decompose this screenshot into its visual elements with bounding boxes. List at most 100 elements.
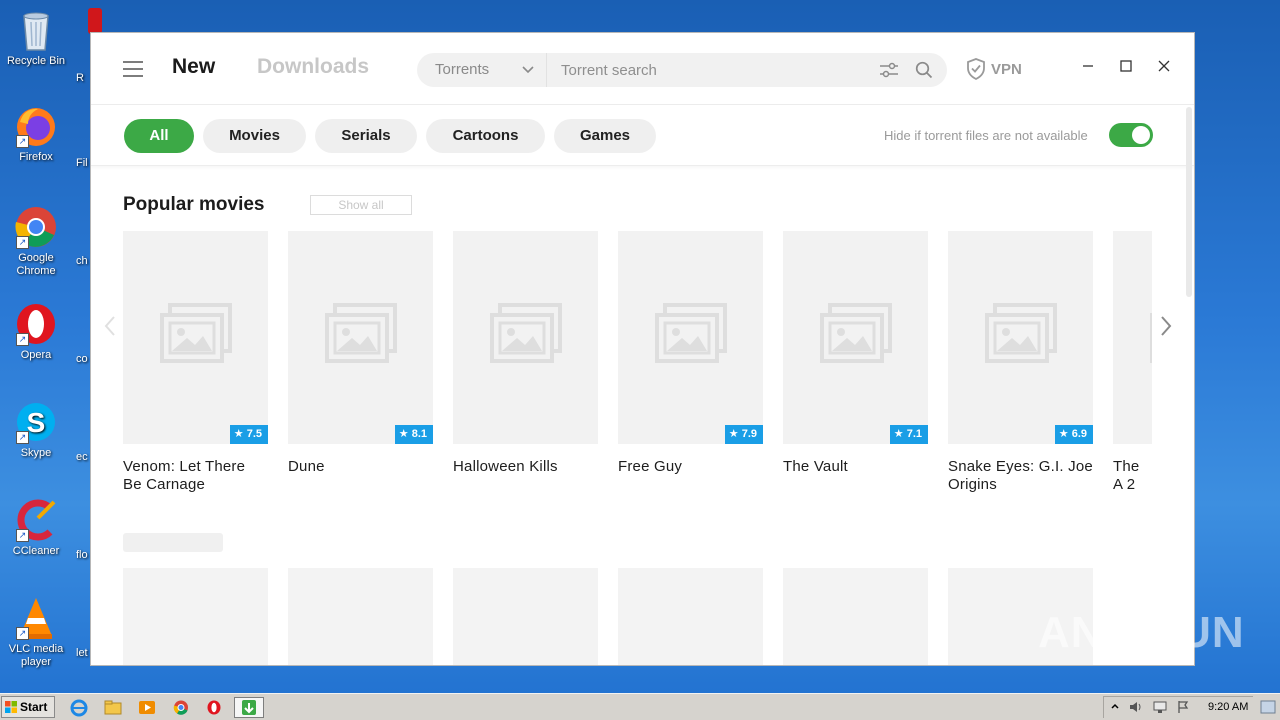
desktop-icon-chrome[interactable]: ↗ Google Chrome <box>6 205 66 278</box>
rating-value: 8.1 <box>411 428 427 440</box>
movie-card[interactable]: ★ 7.9 Free Guy <box>618 231 763 476</box>
opera-icon: ↗ <box>14 302 58 346</box>
desktop-icon-ccleaner[interactable]: ↗ CCleaner <box>6 498 66 558</box>
show-desktop-icon[interactable] <box>1260 699 1276 715</box>
image-placeholder-icon <box>1150 313 1152 363</box>
rating-value: 7.5 <box>246 428 262 440</box>
torrent-app-taskbar-button[interactable] <box>234 697 264 718</box>
partial-label: ch <box>76 255 88 267</box>
scrollbar-thumb[interactable] <box>1186 107 1192 297</box>
movie-poster[interactable]: ★ 7.1 <box>783 231 928 444</box>
loading-section-title <box>123 533 223 552</box>
movie-card[interactable]: The A 2 <box>1113 231 1152 494</box>
image-placeholder-icon <box>655 303 727 363</box>
movie-card[interactable]: ★ 8.1 Dune <box>288 231 433 476</box>
volume-icon[interactable] <box>1128 700 1144 714</box>
hamburger-menu-icon[interactable] <box>123 61 143 77</box>
movie-card[interactable]: ★ 6.9 Snake Eyes: G.I. Joe Origins <box>948 231 1093 494</box>
desktop-icon-label: Google Chrome <box>16 252 56 277</box>
desktop-icon-opera[interactable]: ↗ Opera <box>6 302 66 362</box>
desktop-icon-recycle-bin[interactable]: Recycle Bin <box>6 8 66 68</box>
shortcut-arrow-icon: ↗ <box>16 236 29 249</box>
clock[interactable]: 9:20 AM <box>1208 701 1248 713</box>
movie-card[interactable]: ★ 7.1 The Vault <box>783 231 928 476</box>
partial-label: let <box>76 647 88 659</box>
rating-badge: ★ 8.1 <box>394 425 433 444</box>
tray-expand-icon[interactable] <box>1110 701 1120 713</box>
chrome-icon[interactable] <box>168 697 194 718</box>
carousel-next-icon[interactable] <box>1159 315 1173 337</box>
movie-title[interactable]: Snake Eyes: G.I. Joe Origins <box>948 458 1093 494</box>
start-button[interactable]: Start <box>1 696 55 718</box>
opera-icon[interactable] <box>201 697 227 718</box>
network-icon[interactable] <box>1152 700 1168 714</box>
scrollbar[interactable] <box>1184 107 1194 665</box>
filter-serials[interactable]: Serials <box>315 119 417 153</box>
star-icon: ★ <box>1058 428 1069 440</box>
skype-icon: S ↗ <box>14 400 58 444</box>
filter-cartoons[interactable]: Cartoons <box>426 119 545 153</box>
ccleaner-icon: ↗ <box>14 498 58 542</box>
svg-text:S: S <box>27 407 46 438</box>
loading-card <box>453 568 598 665</box>
desktop-icon-firefox[interactable]: ↗ Firefox <box>6 104 66 164</box>
filter-movies[interactable]: Movies <box>203 119 306 153</box>
movie-title[interactable]: Free Guy <box>618 458 763 476</box>
filter-sliders-icon[interactable] <box>879 62 899 78</box>
movie-poster[interactable] <box>1113 231 1152 444</box>
nav-downloads[interactable]: Downloads <box>257 55 369 79</box>
partial-label: flo <box>76 549 88 561</box>
vlc-icon: ↗ <box>14 596 58 640</box>
search-icon[interactable] <box>915 61 933 79</box>
desktop-icon-vlc[interactable]: ↗ VLC media player <box>6 596 66 669</box>
image-placeholder-icon <box>325 303 397 363</box>
filter-all[interactable]: All <box>124 119 194 153</box>
rating-badge: ★ 6.9 <box>1054 425 1093 444</box>
movie-poster[interactable]: ★ 7.9 <box>618 231 763 444</box>
movie-poster[interactable]: ★ 6.9 <box>948 231 1093 444</box>
shortcut-arrow-icon: ↗ <box>16 431 29 444</box>
search-type-dropdown[interactable]: Torrents <box>417 53 547 87</box>
maximize-icon[interactable] <box>1119 59 1133 73</box>
chevron-down-icon <box>522 66 534 74</box>
desktop-icon-skype[interactable]: S ↗ Skype <box>6 400 66 460</box>
movie-title[interactable]: The Vault <box>783 458 928 476</box>
show-all-button[interactable]: Show all <box>310 195 412 215</box>
nav-new[interactable]: New <box>172 55 215 79</box>
action-center-flag-icon[interactable] <box>1176 700 1190 714</box>
movie-title[interactable]: The A 2 <box>1113 458 1152 494</box>
movie-poster[interactable]: ★ 7.5 <box>123 231 268 444</box>
movie-card[interactable]: ★ 7.5 Venom: Let There Be Carnage <box>123 231 268 494</box>
movie-title[interactable]: Halloween Kills <box>453 458 598 476</box>
loading-card <box>618 568 763 665</box>
movie-card[interactable]: Halloween Kills <box>453 231 598 476</box>
shortcut-arrow-icon: ↗ <box>16 529 29 542</box>
movie-title[interactable]: Dune <box>288 458 433 476</box>
close-icon[interactable] <box>1157 59 1171 73</box>
media-player-icon[interactable] <box>134 697 160 718</box>
ie-icon[interactable] <box>66 697 92 718</box>
shortcut-arrow-icon: ↗ <box>16 627 29 640</box>
search-input[interactable] <box>548 53 868 87</box>
movie-poster[interactable]: ★ 8.1 <box>288 231 433 444</box>
desktop-icon-label: Recycle Bin <box>6 55 66 67</box>
recycle-bin-icon <box>14 8 58 52</box>
start-label: Start <box>20 700 48 714</box>
filter-games[interactable]: Games <box>554 119 656 153</box>
desktop-icon-label: VLC media player <box>8 643 64 668</box>
minimize-icon[interactable] <box>1081 59 1095 73</box>
desktop-icon-label: Firefox <box>19 151 53 163</box>
explorer-icon[interactable] <box>100 697 126 718</box>
desktop-icon-label: Skype <box>20 447 52 459</box>
movie-poster[interactable] <box>453 231 598 444</box>
vpn-button[interactable]: VPN <box>965 57 1022 81</box>
shortcut-arrow-icon: ↗ <box>16 135 29 148</box>
section-title: Popular movies <box>123 194 265 215</box>
image-placeholder-icon <box>985 303 1057 363</box>
hide-unavailable-toggle[interactable] <box>1109 123 1153 147</box>
rating-value: 6.9 <box>1071 428 1087 440</box>
carousel-prev-icon[interactable] <box>103 315 117 337</box>
torrent-app-icon <box>242 700 256 715</box>
movie-title[interactable]: Venom: Let There Be Carnage <box>123 458 268 494</box>
hide-unavailable-label: Hide if torrent files are not available <box>884 128 1088 143</box>
